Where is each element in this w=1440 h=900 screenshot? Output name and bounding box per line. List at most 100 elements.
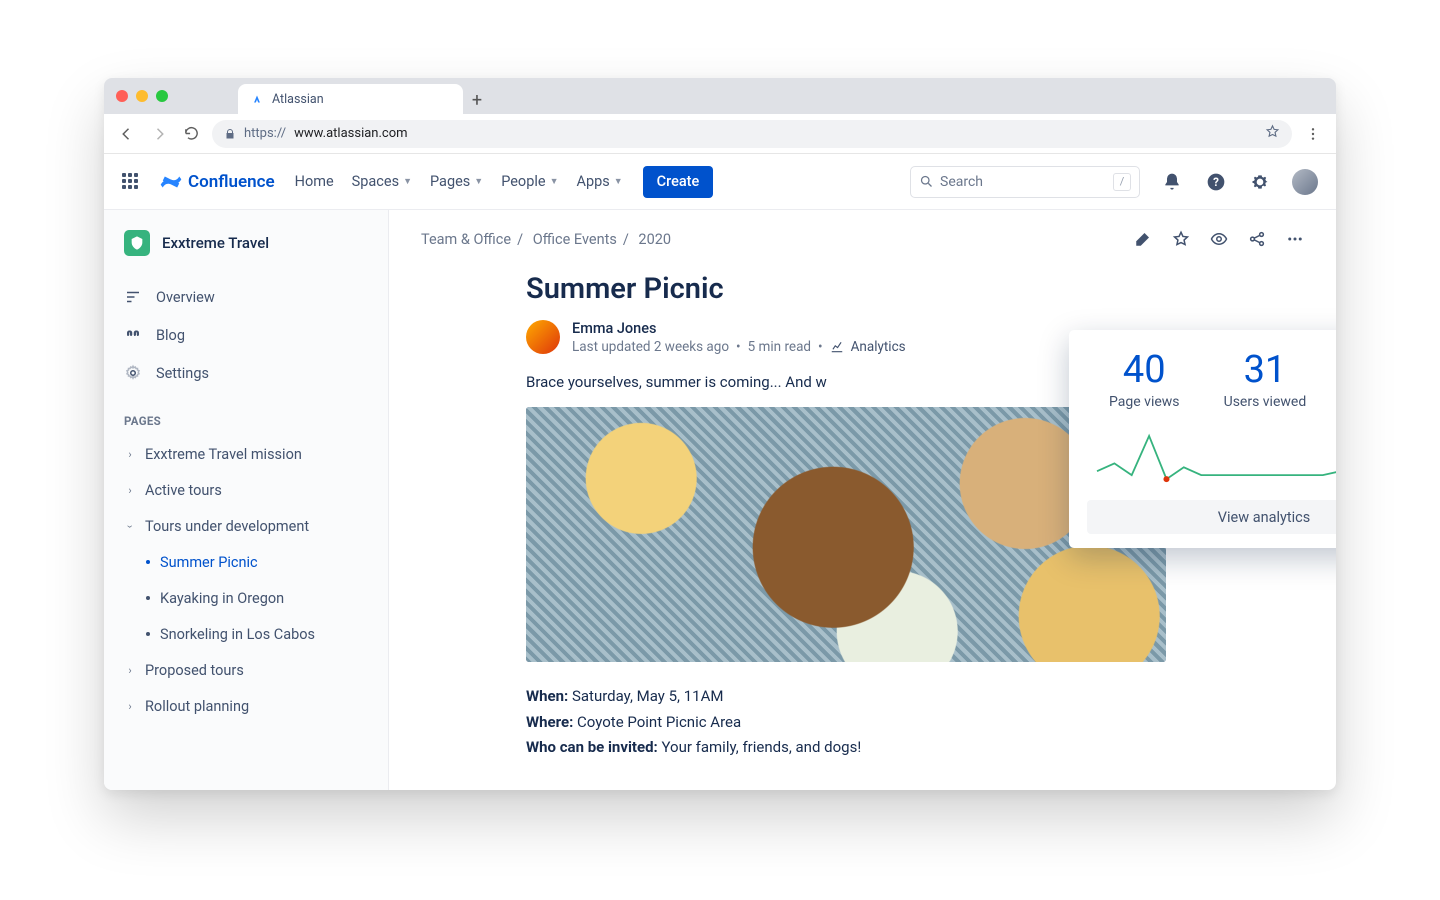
maximize-window-button[interactable] [156,90,168,102]
bullet-icon [146,596,150,600]
analytics-popover: 40 Page views 31 Users viewed 3 Comments… [1069,330,1336,548]
tree-mission[interactable]: ›Exxtreme Travel mission [118,436,374,472]
address-bar[interactable]: https:// www.atlassian.com [212,120,1292,148]
browser-menu-button[interactable] [1302,123,1324,145]
create-button[interactable]: Create [643,166,714,198]
page-views-value: 40 [1109,348,1180,392]
author-name[interactable]: Emma Jones [572,320,906,337]
overview-icon [124,288,142,306]
when-label: When: [526,687,568,705]
stat-page-views: 40 Page views [1109,348,1180,410]
tree-kayaking[interactable]: Kayaking in Oregon [146,580,374,616]
gear-icon [124,364,142,382]
crumb-1[interactable]: Team & Office [421,231,511,248]
space-icon [124,230,150,256]
nav-spaces[interactable]: Spaces▼ [352,173,412,190]
pages-section-label: PAGES [124,414,374,428]
chevron-down-icon: ▼ [474,176,483,187]
sidebar: Exxtreme Travel Overview Blog Settings P… [104,210,389,790]
view-analytics-button[interactable]: View analytics [1087,500,1336,534]
tree-summer-picnic[interactable]: Summer Picnic [146,544,374,580]
app-header: Confluence Home Spaces▼ Pages▼ People▼ A… [104,154,1336,210]
minimize-window-button[interactable] [136,90,148,102]
lock-icon [224,128,236,140]
where-label: Where: [526,713,573,731]
profile-avatar[interactable] [1292,169,1318,195]
breadcrumb-row: Team & Office/ Office Events/ 2020 [421,230,1304,248]
settings-gear-icon[interactable] [1248,170,1272,194]
tree-rollout[interactable]: ›Rollout planning [118,688,374,724]
users-viewed-label: Users viewed [1224,394,1307,410]
app-body: Exxtreme Travel Overview Blog Settings P… [104,210,1336,790]
sidebar-blog[interactable]: Blog [118,316,374,354]
page-title: Summer Picnic [526,272,1226,306]
close-window-button[interactable] [116,90,128,102]
back-button[interactable] [116,123,138,145]
chevron-right-icon: › [124,700,136,713]
chevron-down-icon: ▼ [403,176,412,187]
tree-snorkeling[interactable]: Snorkeling in Los Cabos [146,616,374,652]
stat-users-viewed: 31 Users viewed [1224,348,1307,410]
chevron-down-icon: ▼ [550,176,559,187]
search-placeholder: Search [940,174,983,190]
users-viewed-value: 31 [1224,348,1307,392]
url-scheme: https:// [244,126,286,141]
product-logo[interactable]: Confluence [160,171,275,193]
analytics-icon [830,340,844,354]
browser-tab-strip: Atlassian + [104,78,1336,114]
forward-button[interactable] [148,123,170,145]
space-header[interactable]: Exxtreme Travel [118,230,374,256]
analytics-link[interactable]: Analytics [851,339,906,355]
notifications-icon[interactable] [1160,170,1184,194]
chevron-down-icon: › [124,520,137,532]
read-time: 5 min read [748,339,811,355]
nav-pages[interactable]: Pages▼ [430,173,483,190]
details-block: When: Saturday, May 5, 11AM Where: Coyot… [526,684,1226,761]
bullet-icon [146,560,150,564]
tree-tours-dev[interactable]: ›Tours under development [118,508,374,544]
tree-tours-dev-children: Summer Picnic Kayaking in Oregon Snorkel… [118,544,374,652]
page-content: Team & Office/ Office Events/ 2020 Summe… [389,210,1336,790]
sparkline-svg [1087,418,1336,488]
search-input[interactable]: Search / [910,166,1140,198]
crumb-2[interactable]: Office Events [533,231,617,248]
blog-icon [124,326,142,344]
sidebar-settings[interactable]: Settings [118,354,374,392]
browser-window: Atlassian + https:// www.atlassian.com C… [104,78,1336,790]
edit-icon[interactable] [1134,230,1152,248]
tree-proposed-tours[interactable]: ›Proposed tours [118,652,374,688]
chevron-right-icon: › [124,448,136,461]
watch-icon[interactable] [1210,230,1228,248]
app-switcher-icon[interactable] [122,173,140,191]
search-icon [919,174,934,189]
page-views-label: Page views [1109,394,1180,410]
tree-active-tours[interactable]: ›Active tours [118,472,374,508]
when-value: Saturday, May 5, 11AM [568,687,723,705]
browser-tab-active[interactable]: Atlassian [238,84,463,114]
svg-text:?: ? [1213,175,1219,189]
search-shortcut-hint: / [1113,173,1131,191]
author-avatar[interactable] [526,320,560,354]
sidebar-overview[interactable]: Overview [118,278,374,316]
nav-apps[interactable]: Apps▼ [576,173,622,190]
tab-bar: Atlassian + [238,78,1336,114]
browser-toolbar: https:// www.atlassian.com [104,114,1336,154]
help-icon[interactable]: ? [1204,170,1228,194]
crumb-3[interactable]: 2020 [638,231,671,248]
share-icon[interactable] [1248,230,1266,248]
new-tab-button[interactable]: + [463,86,491,114]
page-toolbar [1134,230,1304,248]
chevron-right-icon: › [124,484,136,497]
primary-nav: Home Spaces▼ Pages▼ People▼ Apps▼ [295,173,623,190]
bookmark-star-icon[interactable] [1265,124,1280,143]
reload-button[interactable] [180,123,202,145]
nav-people[interactable]: People▼ [501,173,558,190]
star-icon[interactable] [1172,230,1190,248]
where-value: Coyote Point Picnic Area [573,713,741,731]
bullet-icon [146,632,150,636]
who-label: Who can be invited: [526,738,658,756]
chevron-right-icon: › [124,664,136,677]
chevron-down-icon: ▼ [614,176,623,187]
nav-home[interactable]: Home [295,173,334,190]
more-icon[interactable] [1286,230,1304,248]
